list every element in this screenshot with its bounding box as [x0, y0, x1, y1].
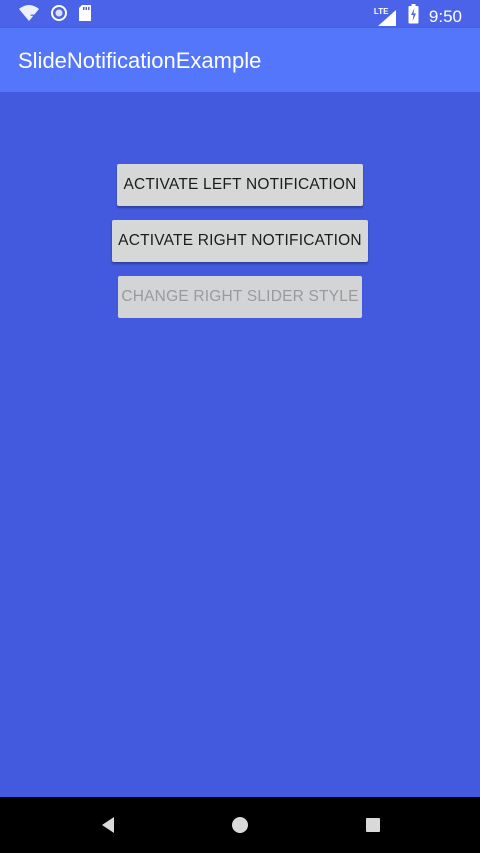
home-icon[interactable] — [230, 815, 250, 840]
status-time: 9:50 — [428, 6, 462, 26]
change-right-slider-style-button: CHANGE RIGHT SLIDER STYLE — [118, 276, 362, 318]
back-icon[interactable] — [99, 815, 117, 840]
activate-left-notification-button[interactable]: ACTIVATE LEFT NOTIFICATION — [117, 164, 363, 206]
battery-charging-icon — [408, 4, 419, 29]
app-bar: SlideNotificationExample — [0, 28, 480, 92]
sync-icon — [50, 4, 68, 27]
navigation-bar — [0, 797, 480, 853]
main-content: ACTIVATE LEFT NOTIFICATION ACTIVATE RIGH… — [0, 92, 480, 797]
lte-signal-icon: LTE — [374, 7, 398, 27]
sd-card-icon — [78, 4, 92, 27]
app-title: SlideNotificationExample — [18, 48, 262, 73]
recents-icon[interactable] — [364, 815, 382, 840]
wifi-unknown-icon: ? — [18, 4, 40, 27]
activate-right-notification-button[interactable]: ACTIVATE RIGHT NOTIFICATION — [112, 220, 368, 262]
svg-text:?: ? — [30, 14, 35, 22]
status-right-icons: LTE 9:50 — [374, 4, 462, 29]
status-left-icons: ? — [18, 4, 92, 27]
status-bar: ? LTE 9:50 — [0, 0, 480, 28]
